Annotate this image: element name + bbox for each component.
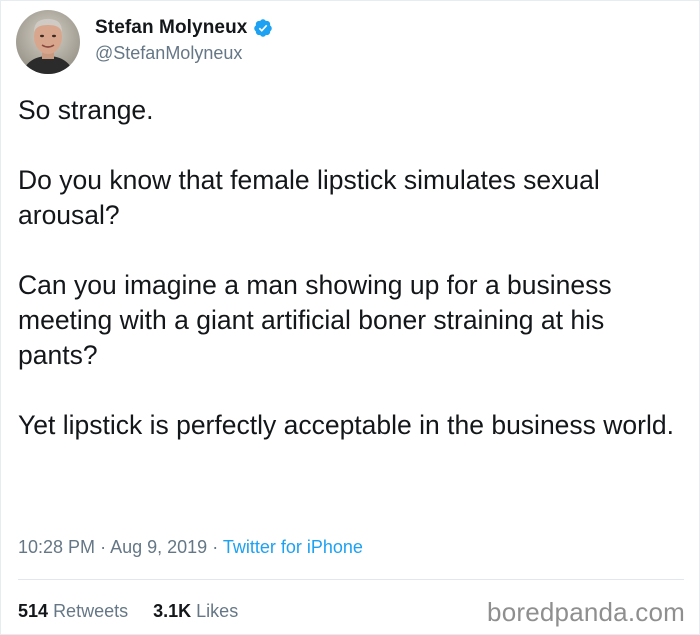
likes-stat[interactable]: 3.1K Likes xyxy=(153,601,238,621)
retweets-count: 514 xyxy=(18,601,49,621)
meta-separator: · xyxy=(100,537,107,557)
likes-label: Likes xyxy=(196,601,239,621)
tweet-card: Stefan Molyneux @StefanMolyneux So stran… xyxy=(0,0,700,635)
verified-badge-icon xyxy=(253,18,273,38)
tweet-time[interactable]: 10:28 PM xyxy=(18,537,95,557)
tweet-meta: 10:28 PM · Aug 9, 2019 · Twitter for iPh… xyxy=(18,537,363,558)
tweet-paragraph: So strange. xyxy=(18,95,154,125)
tweet-date[interactable]: Aug 9, 2019 xyxy=(110,537,207,557)
tweet-paragraph: Can you imagine a man showing up for a b… xyxy=(18,270,612,370)
name-row: Stefan Molyneux xyxy=(95,15,273,41)
avatar[interactable] xyxy=(16,10,80,74)
watermark: boredpanda.com xyxy=(487,597,685,627)
retweets-label: Retweets xyxy=(53,601,129,621)
retweets-stat[interactable]: 514 Retweets xyxy=(18,601,128,621)
meta-separator: · xyxy=(212,537,219,557)
tweet-text: So strange. Do you know that female lips… xyxy=(18,93,688,443)
engagement-stats: 514 Retweets 3.1K Likes xyxy=(18,601,238,622)
tweet-paragraph: Yet lipstick is perfectly acceptable in … xyxy=(18,410,674,440)
divider xyxy=(18,579,684,580)
user-handle[interactable]: @StefanMolyneux xyxy=(95,43,242,64)
likes-count: 3.1K xyxy=(153,601,192,621)
display-name[interactable]: Stefan Molyneux xyxy=(95,17,247,39)
tweet-paragraph: Do you know that female lipstick simulat… xyxy=(18,165,600,230)
avatar-photo xyxy=(16,10,80,74)
tweet-source-link[interactable]: Twitter for iPhone xyxy=(223,537,363,557)
